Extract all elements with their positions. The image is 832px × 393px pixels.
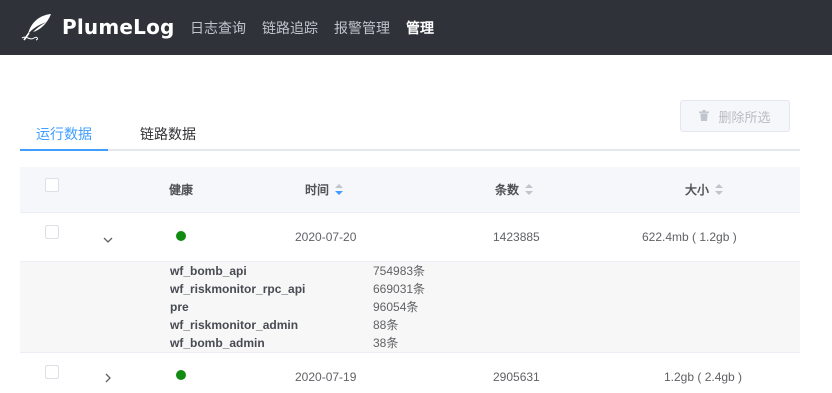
tab-trace-data[interactable]: 链路数据 — [140, 124, 196, 144]
row-count: 1423885 — [493, 230, 540, 244]
row-checkbox[interactable] — [45, 365, 59, 379]
list-item: pre 96054条 — [20, 298, 800, 316]
chevron-right-icon[interactable] — [102, 371, 114, 383]
column-header-time-label: 时间 — [305, 183, 330, 197]
chevron-down-icon[interactable] — [102, 233, 114, 245]
table-header: 健康 时间 条数 大小 — [20, 167, 800, 213]
select-all-checkbox[interactable] — [45, 178, 59, 192]
index-name: wf_riskmonitor_admin — [170, 318, 299, 332]
list-item: wf_bomb_api 754983条 — [20, 262, 800, 280]
index-name: wf_bomb_api — [170, 264, 247, 278]
index-count: 88条 — [373, 318, 399, 332]
health-status-dot — [176, 370, 186, 380]
index-count: 754983条 — [373, 264, 426, 278]
logo[interactable]: PlumeLog — [20, 9, 175, 45]
tab-bar: 运行数据 链路数据 — [20, 118, 800, 151]
sort-caret-icon[interactable] — [525, 183, 534, 196]
index-count: 96054条 — [373, 300, 419, 314]
top-navbar: PlumeLog 日志查询 链路追踪 报警管理 管理 — [0, 0, 832, 55]
app-name: PlumeLog — [62, 15, 175, 39]
health-status-dot — [176, 231, 186, 241]
column-header-count[interactable]: 条数 — [495, 167, 534, 213]
index-name: pre — [170, 300, 189, 314]
column-header-size-label: 大小 — [685, 183, 710, 197]
row-date: 2020-07-20 — [295, 230, 357, 244]
active-tab-indicator — [20, 149, 108, 151]
row-checkbox[interactable] — [45, 225, 59, 239]
row-size: 1.2gb ( 2.4gb ) — [664, 370, 743, 384]
list-item: wf_riskmonitor_admin 88条 — [20, 316, 800, 334]
sort-caret-icon[interactable] — [335, 183, 344, 196]
tab-runtime-data[interactable]: 运行数据 — [36, 124, 92, 144]
table-row[interactable]: 2020-07-19 2905631 1.2gb ( 2.4gb ) — [20, 353, 800, 393]
sort-caret-icon[interactable] — [715, 183, 724, 196]
index-count: 38条 — [373, 336, 399, 350]
nav-item-management[interactable]: 管理 — [406, 18, 434, 38]
runtime-data-table: 健康 时间 条数 大小 2020-07-20 1423885 622.4mb (… — [20, 167, 800, 393]
expanded-row-details: wf_bomb_api 754983条 wf_riskmonitor_rpc_a… — [20, 262, 800, 353]
index-name: wf_bomb_admin — [170, 336, 265, 350]
row-date: 2020-07-19 — [295, 370, 357, 384]
list-item: wf_bomb_admin 38条 — [20, 334, 800, 352]
nav-item-trace[interactable]: 链路追踪 — [262, 18, 318, 38]
index-count: 669031条 — [373, 282, 426, 296]
nav-item-alarm-management[interactable]: 报警管理 — [334, 18, 390, 38]
row-size: 622.4mb ( 1.2gb ) — [642, 230, 737, 244]
nav-item-log-query[interactable]: 日志查询 — [190, 18, 246, 38]
table-row[interactable]: 2020-07-20 1423885 622.4mb ( 1.2gb ) — [20, 213, 800, 262]
column-header-health: 健康 — [169, 183, 194, 197]
column-header-time[interactable]: 时间 — [305, 167, 344, 213]
row-count: 2905631 — [493, 370, 540, 384]
list-item: wf_riskmonitor_rpc_api 669031条 — [20, 280, 800, 298]
column-header-size[interactable]: 大小 — [685, 167, 724, 213]
column-header-count-label: 条数 — [495, 183, 520, 197]
feather-logo-icon — [20, 12, 54, 42]
index-name: wf_riskmonitor_rpc_api — [170, 282, 306, 296]
